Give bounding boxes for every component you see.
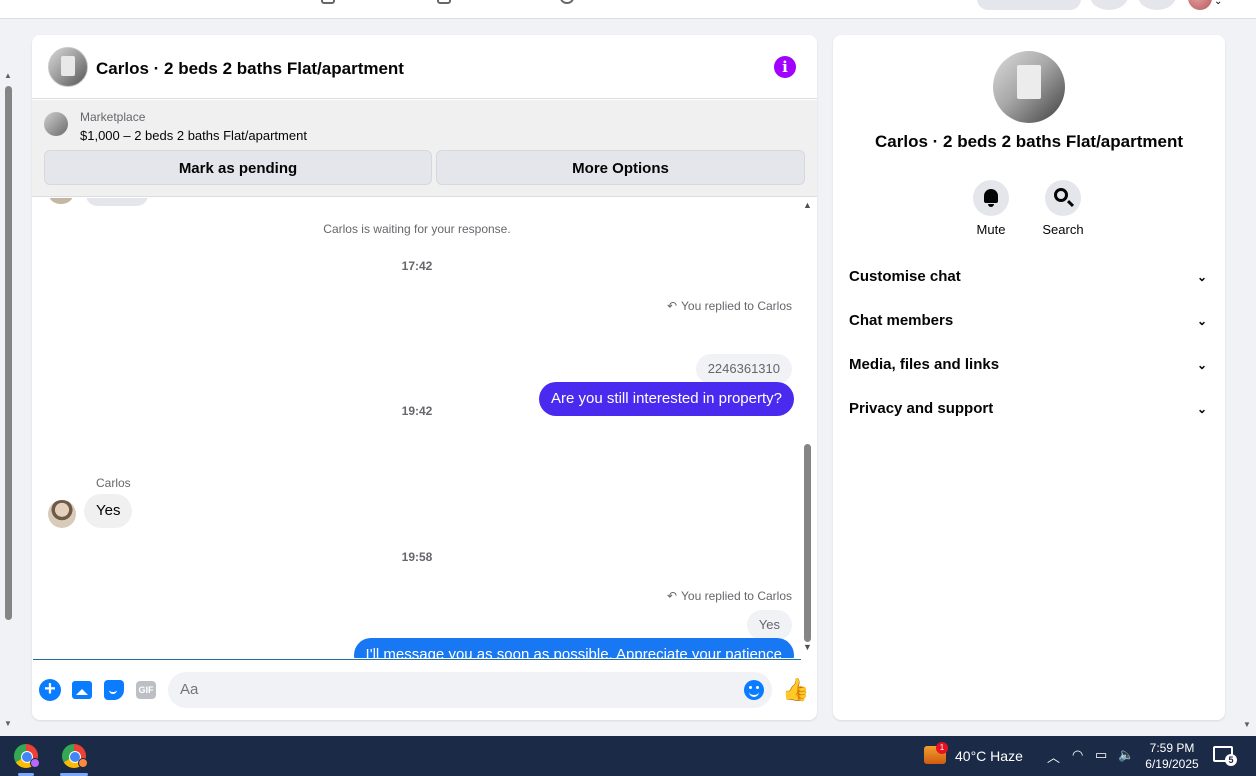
quoted-message[interactable]: 2246361310 xyxy=(695,354,792,384)
info-icon[interactable]: i xyxy=(774,56,796,78)
reply-note: ↶ You replied to Carlos xyxy=(667,299,792,313)
windows-taskbar: 1 40°C Haze ︿ ◠ ▭ 🔈 7:59 PM 6/19/2025 5 xyxy=(0,736,1256,776)
mark-as-pending-button[interactable]: Mark as pending xyxy=(44,150,432,185)
composer-divider xyxy=(33,659,801,660)
weather-text[interactable]: 40°C Haze xyxy=(955,748,1023,764)
message-bubble xyxy=(86,198,148,206)
avatar xyxy=(49,198,73,204)
more-options-button[interactable]: More Options xyxy=(436,150,805,185)
thumbs-up-icon[interactable]: 👍 xyxy=(782,678,809,702)
chevron-down-icon[interactable]: ⌄ xyxy=(1197,265,1207,289)
waiting-note: Carlos is waiting for your response. xyxy=(323,222,511,236)
top-navigation-bar: ⌄ xyxy=(0,0,1256,19)
section-chat-members[interactable]: Chat members ⌄ xyxy=(849,309,1211,333)
bell-icon xyxy=(984,189,998,207)
page-scrollbar[interactable]: ▲ ▼ xyxy=(0,19,17,736)
chat-header: Carlos · 2 beds 2 baths Flat/apartment i xyxy=(32,35,817,99)
scroll-down-arrow-icon[interactable]: ▼ xyxy=(1243,720,1251,729)
listing-thumbnail[interactable] xyxy=(44,112,68,136)
account-avatar[interactable] xyxy=(1188,0,1212,10)
notifications-icon[interactable] xyxy=(1138,0,1176,10)
sticker-icon[interactable] xyxy=(104,680,124,700)
incoming-message[interactable]: Yes xyxy=(84,494,133,528)
timestamp: 19:58 xyxy=(401,550,433,564)
reply-note-text: You replied to Carlos xyxy=(681,299,792,313)
reply-icon: ↶ xyxy=(666,589,678,603)
volume-icon[interactable]: 🔈 xyxy=(1118,747,1134,763)
plus-icon[interactable]: + xyxy=(39,679,61,701)
clock-time: 7:59 PM xyxy=(1149,741,1195,755)
quoted-text: Yes xyxy=(758,617,780,632)
marketplace-label: Marketplace xyxy=(80,110,146,124)
section-media-files-links[interactable]: Media, files and links ⌄ xyxy=(849,353,1211,377)
chat-title[interactable]: Carlos · 2 beds 2 baths Flat/apartment xyxy=(96,59,404,79)
section-label: Chat members xyxy=(849,312,954,329)
section-customise-chat[interactable]: Customise chat ⌄ xyxy=(849,265,1211,289)
section-label: Media, files and links xyxy=(849,356,1000,373)
chevron-down-icon[interactable]: ⌄ xyxy=(1214,0,1222,7)
emoji-icon[interactable] xyxy=(744,680,764,700)
search-label: Search xyxy=(1042,222,1084,237)
section-label: Privacy and support xyxy=(849,400,994,417)
search-circle[interactable] xyxy=(1045,180,1081,216)
marketplace-banner: Marketplace $1,000 – 2 beds 2 baths Flat… xyxy=(32,100,817,197)
chevron-down-icon[interactable]: ⌄ xyxy=(1197,309,1207,333)
marketplace-nav-icon[interactable] xyxy=(321,0,335,4)
chevron-down-icon[interactable]: ⌄ xyxy=(1197,353,1207,377)
carlos-avatar[interactable] xyxy=(48,500,76,528)
mute-label: Mute xyxy=(976,222,1006,237)
scroll-up-arrow-icon[interactable]: ▲ xyxy=(803,200,812,210)
scroll-up-arrow-icon[interactable]: ▲ xyxy=(4,71,12,80)
chevron-up-icon[interactable]: ︿ xyxy=(1047,747,1060,766)
search-button[interactable]: Search xyxy=(1033,180,1093,237)
reply-icon: ↶ xyxy=(666,299,678,313)
outgoing-message[interactable]: I'll message you as soon as possible. Ap… xyxy=(353,638,794,658)
listing-summary[interactable]: $1,000 – 2 beds 2 baths Flat/apartment xyxy=(80,128,307,143)
page-scrollbar-thumb[interactable] xyxy=(5,86,12,620)
reply-note: ↶ You replied to Carlos xyxy=(667,589,792,603)
message-scrollbar[interactable]: ▲ ▼ xyxy=(802,198,816,658)
groups-nav-icon[interactable] xyxy=(437,0,451,4)
message-input[interactable] xyxy=(168,672,772,708)
timestamp: 17:42 xyxy=(401,259,433,273)
quoted-message[interactable]: Yes xyxy=(746,610,792,640)
create-button[interactable] xyxy=(977,0,1081,10)
listing-photo[interactable] xyxy=(993,51,1065,123)
weather-badge: 1 xyxy=(936,742,948,754)
menu-icon[interactable] xyxy=(1090,0,1128,10)
conversation-name: Carlos · 2 beds 2 baths Flat/apartment xyxy=(875,132,1183,151)
scroll-down-arrow-icon[interactable]: ▼ xyxy=(803,642,812,652)
profile-badge-icon xyxy=(30,758,40,768)
message-composer: + GIF 👍 xyxy=(32,670,817,710)
conversation-info-panel: Carlos · 2 beds 2 baths Flat/apartment M… xyxy=(833,35,1225,720)
message-scrollbar-thumb[interactable] xyxy=(804,444,811,642)
clock-date: 6/19/2025 xyxy=(1145,757,1199,771)
photo-icon[interactable] xyxy=(72,681,92,699)
profile-badge-icon xyxy=(78,758,88,768)
gaming-nav-icon[interactable] xyxy=(560,0,574,4)
section-label: Customise chat xyxy=(849,268,961,285)
sender-name: Carlos xyxy=(96,476,131,490)
search-icon xyxy=(1054,188,1068,202)
scroll-down-arrow-icon[interactable]: ▼ xyxy=(4,719,12,728)
battery-icon[interactable]: ▭ xyxy=(1095,747,1107,763)
timestamp: 19:42 xyxy=(401,404,433,418)
chevron-down-icon[interactable]: ⌄ xyxy=(1197,397,1207,421)
mute-circle[interactable] xyxy=(973,180,1009,216)
reply-note-text: You replied to Carlos xyxy=(681,589,792,603)
mute-button[interactable]: Mute xyxy=(961,180,1021,237)
gif-icon[interactable]: GIF xyxy=(136,681,156,699)
wifi-icon[interactable]: ◠ xyxy=(1072,747,1083,763)
notification-count: 5 xyxy=(1225,754,1237,766)
section-privacy-support[interactable]: Privacy and support ⌄ xyxy=(849,397,1211,421)
system-clock[interactable]: 7:59 PM 6/19/2025 xyxy=(1140,740,1204,772)
quoted-text: 2246361310 xyxy=(707,361,780,376)
chat-panel: Carlos · 2 beds 2 baths Flat/apartment i… xyxy=(32,35,817,720)
message-list[interactable]: Carlos is waiting for your response. 17:… xyxy=(32,198,802,658)
listing-avatar[interactable] xyxy=(48,47,88,87)
